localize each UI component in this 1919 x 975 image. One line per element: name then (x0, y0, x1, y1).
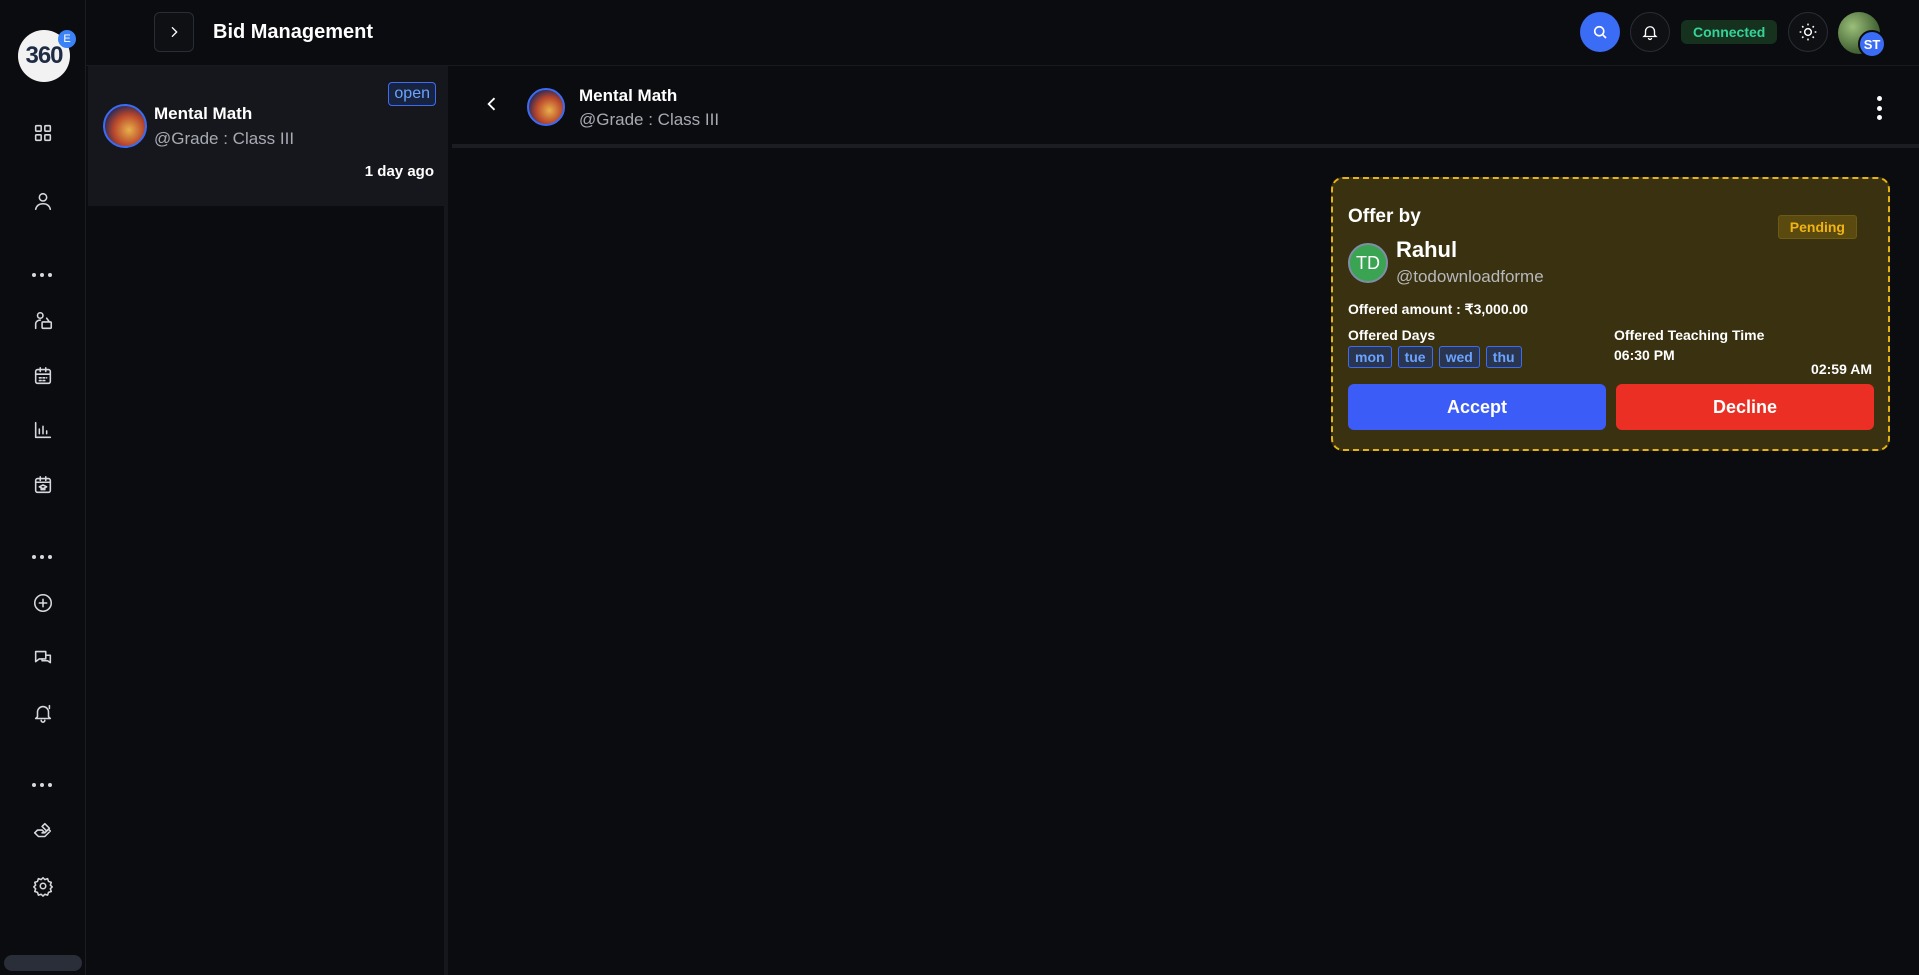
bid-hand-icon[interactable] (30, 818, 56, 844)
class-calendar-icon[interactable] (30, 472, 56, 498)
teaching-time-label: Offered Teaching Time (1614, 327, 1765, 343)
bid-title: Mental Math (154, 104, 253, 123)
settings-icon[interactable] (30, 873, 56, 899)
offered-days-list: mon tue wed thu (1348, 346, 1522, 368)
chart-icon[interactable] (30, 417, 56, 443)
chat-icon[interactable] (30, 645, 56, 671)
user-icon[interactable] (30, 188, 56, 214)
day-chip: tue (1397, 346, 1433, 368)
add-circle-icon[interactable] (30, 590, 56, 616)
offer-card: Offer by Pending TD Rahul @todownloadfor… (1331, 177, 1890, 451)
more-dots-icon (32, 552, 54, 562)
day-chip: thu (1485, 346, 1522, 368)
bid-timestamp: 1 day ago (364, 163, 434, 180)
offer-sent-time: 02:59 AM (1811, 361, 1872, 377)
teacher-icon[interactable] (30, 308, 56, 334)
app-logo[interactable]: 360 E (18, 30, 76, 82)
calendar-icon[interactable] (30, 363, 56, 389)
logo-badge: E (58, 30, 76, 48)
decline-button[interactable]: Decline (1616, 384, 1874, 430)
search-button[interactable] (1580, 12, 1620, 52)
offerer-avatar: TD (1348, 243, 1388, 283)
user-initials: ST (1858, 30, 1886, 58)
chat-grade: @Grade : Class III (579, 110, 720, 129)
offer-status-badge: Pending (1777, 215, 1857, 239)
search-icon (1593, 25, 1607, 39)
chat-header: Mental Math @Grade : Class III (452, 66, 1919, 148)
offered-days-label: Offered Days (1348, 327, 1436, 343)
bid-status-badge: open (388, 82, 436, 106)
grid-icon[interactable] (30, 120, 56, 146)
page-title: Bid Management (213, 21, 374, 43)
rail-scrollbar[interactable] (4, 955, 82, 971)
bid-list-panel: Mental Math @Grade : Class III open 1 da… (88, 66, 448, 975)
offer-heading: Offer by (1348, 206, 1421, 227)
teaching-time-value: 06:30 PM (1614, 347, 1675, 363)
user-avatar[interactable]: ST (1838, 12, 1886, 58)
chat-avatar (527, 88, 565, 126)
offerer-name: Rahul (1396, 237, 1458, 262)
bell-icon (1642, 26, 1658, 41)
accept-button[interactable]: Accept (1348, 384, 1606, 430)
sun-icon (1799, 23, 1817, 41)
bell-alert-icon[interactable] (30, 700, 56, 726)
more-dots-icon (32, 780, 54, 790)
app-root: 360 E Bid Management Connected ST Mental… (0, 0, 1919, 975)
chat-title: Mental Math (579, 86, 678, 105)
day-chip: mon (1348, 346, 1392, 368)
bid-avatar (103, 104, 147, 148)
day-chip: wed (1438, 346, 1480, 368)
bid-list-item[interactable]: Mental Math @Grade : Class III open 1 da… (88, 66, 448, 206)
back-button[interactable] (482, 94, 502, 114)
notifications-button[interactable] (1630, 12, 1670, 52)
sidebar-toggle-button[interactable] (154, 12, 194, 52)
connection-status-badge: Connected (1681, 20, 1778, 44)
more-options-icon[interactable] (1877, 96, 1883, 120)
bid-grade: @Grade : Class III (154, 129, 295, 148)
chevron-left-icon (487, 97, 496, 111)
logo-text: 360 (25, 42, 63, 69)
chevron-right-icon (171, 26, 178, 38)
theme-toggle-button[interactable] (1788, 12, 1828, 52)
offered-amount: Offered amount : ₹3,000.00 (1348, 301, 1529, 317)
more-dots-icon (32, 270, 54, 280)
sidebar-rail: 360 E (0, 0, 86, 975)
offerer-handle: @todownloadforme (1396, 267, 1544, 286)
